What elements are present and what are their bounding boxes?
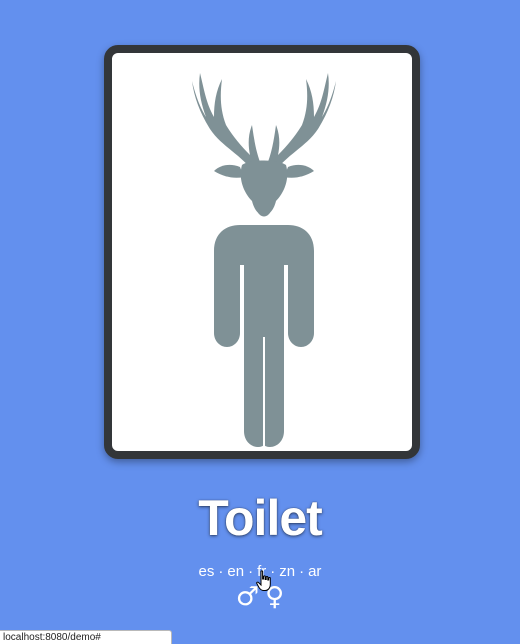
lang-link-en[interactable]: en [227,563,244,580]
deer-man-icon [192,73,336,447]
lang-link-zn[interactable]: zn [279,563,295,580]
hand-pointer-cursor-icon [256,570,271,591]
status-bar-url: localhost:8080/demo# [0,630,172,644]
lang-separator: · [218,563,224,580]
sign-inner [114,55,410,449]
sign-title: Toilet [198,490,323,546]
lang-separator: · [299,563,305,580]
lang-link-ar[interactable]: ar [308,563,321,580]
lang-link-es[interactable]: es [199,563,215,580]
sign-card [104,45,420,459]
